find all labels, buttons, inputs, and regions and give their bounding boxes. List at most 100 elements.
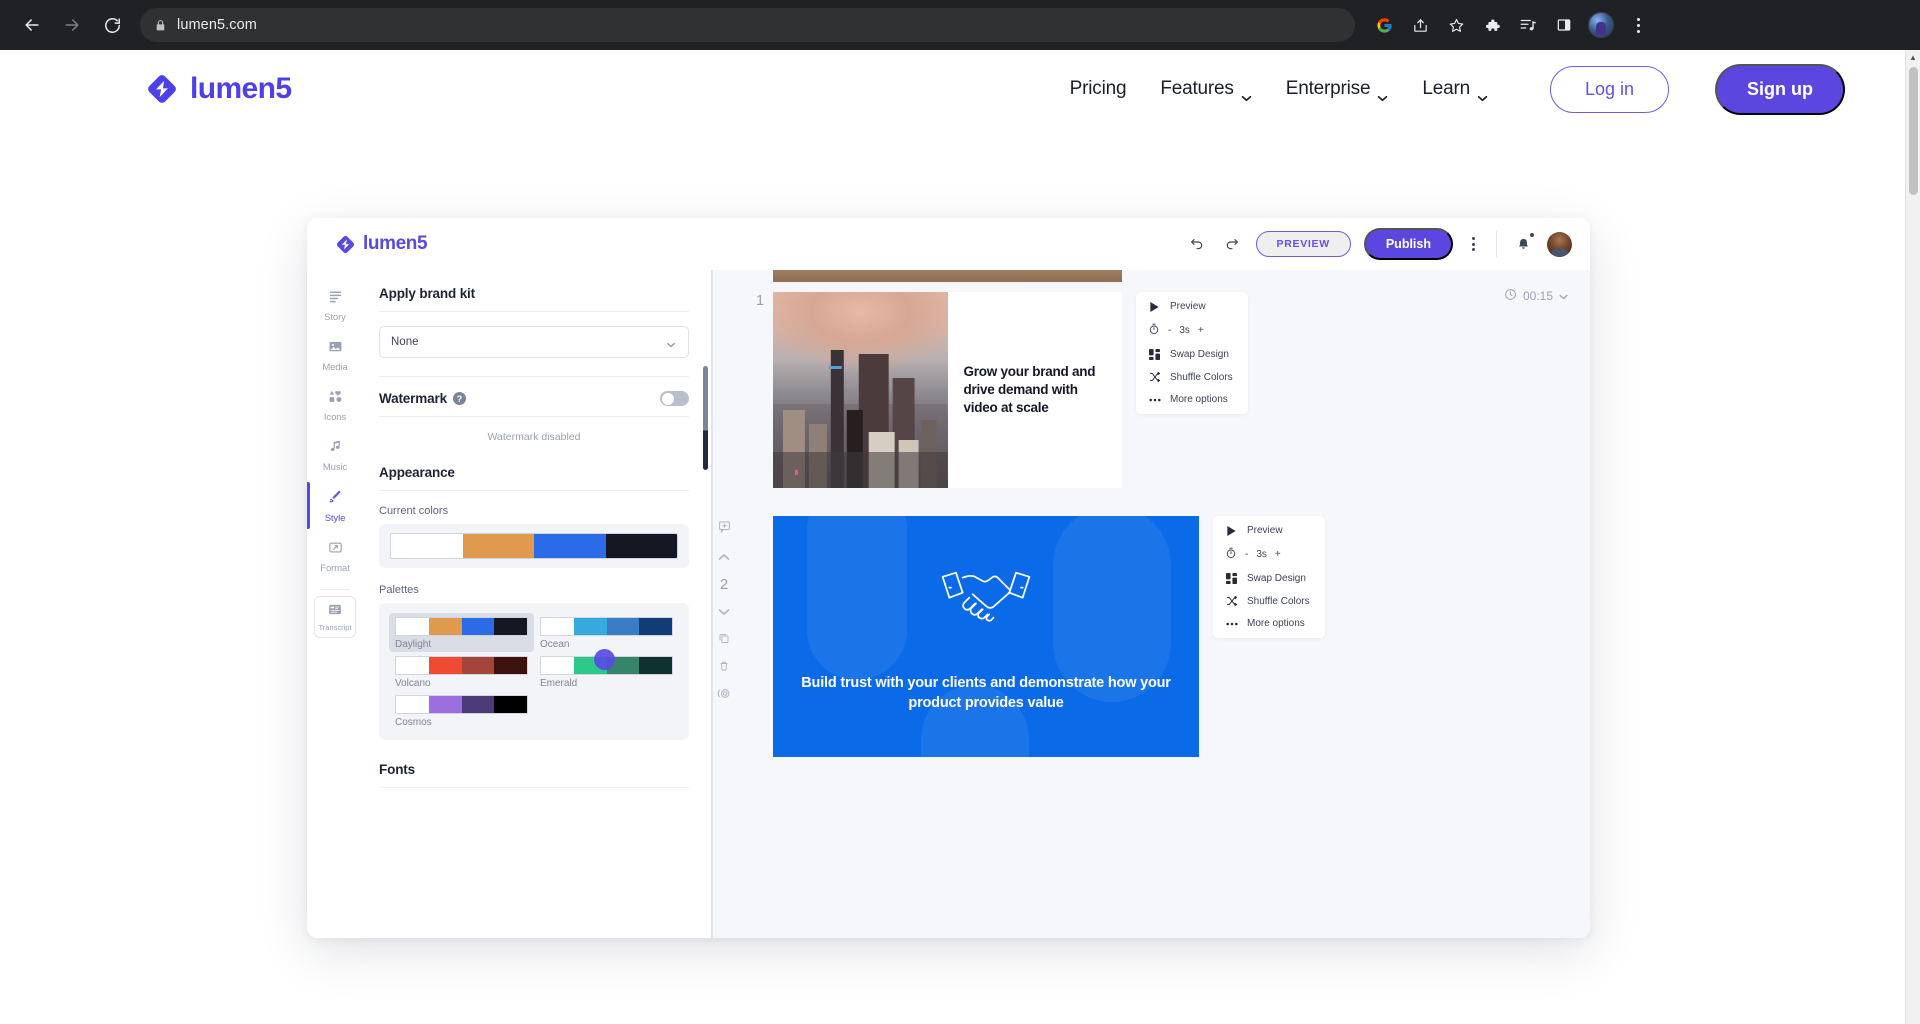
scene-row: 2 Build trust with your clients and demo… [711,516,1590,757]
shuffle-icon [1148,371,1161,383]
app-toolbar: lumen5 PREVIEW Publish [307,218,1590,270]
palette-daylight[interactable]: Daylight [389,613,534,652]
palette-grid: Daylight Ocean Volcano Emerald Cosmos [379,603,689,740]
current-colors-swatches[interactable] [379,524,689,568]
duration-minus[interactable]: - [1245,549,1248,560]
redo-icon[interactable] [1221,233,1243,255]
site-logo[interactable]: lumen5 [145,72,292,106]
sidebar-item-story[interactable]: Story [307,280,363,330]
palette-swatches [540,617,673,636]
palette-swatches [395,656,528,675]
scene-tools: 2 [717,520,731,705]
format-frame-icon [328,540,343,560]
stopwatch-icon [1225,547,1237,562]
back-arrow-icon[interactable] [14,7,50,43]
help-icon[interactable]: ? [452,392,466,405]
scene-preview[interactable]: Grow your brand and drive demand with vi… [773,292,1122,488]
sidebar-item-style[interactable]: Style [307,480,363,531]
browser-actions [1367,8,1655,42]
forward-arrow-icon[interactable] [54,7,90,43]
google-icon[interactable] [1367,8,1401,42]
nav-label: Features [1160,78,1234,99]
share-icon[interactable] [1403,8,1437,42]
shuffle-colors-option[interactable]: Shuffle Colors [1225,595,1313,607]
app-toolbar-actions: PREVIEW Publish [1186,228,1572,260]
swap-design-option[interactable]: Swap Design [1225,573,1313,584]
scene-number: 1 [755,292,765,309]
palette-swatches [395,695,528,714]
panel-scrollbar[interactable] [703,366,708,470]
chrome-menu-icon[interactable] [1621,8,1655,42]
palette-swatches [395,617,528,636]
scene-options-menu: Preview - 3s + Swap Design Shuffle Color… [1136,292,1248,414]
scene-preview-option[interactable]: Preview [1148,301,1236,312]
nav-item-features[interactable]: Features [1160,78,1252,101]
profile-avatar[interactable] [1588,12,1614,38]
scene-preview-option[interactable]: Preview [1225,525,1313,536]
undo-icon[interactable] [1186,233,1208,255]
shuffle-colors-option[interactable]: Shuffle Colors [1148,371,1236,383]
scene-partial-above [711,270,1590,282]
user-avatar[interactable] [1547,231,1572,257]
bookmark-star-icon[interactable] [1439,8,1473,42]
chevron-down-icon [1377,86,1388,101]
page-scrollbar[interactable]: ▲ [1905,50,1920,1024]
nav-item-learn[interactable]: Learn [1422,78,1488,101]
reload-icon[interactable] [94,7,130,43]
focus-icon[interactable] [717,687,731,705]
scene-preview[interactable]: Build trust with your clients and demons… [773,516,1199,757]
nav-label: Pricing [1069,78,1127,99]
signup-button[interactable]: Sign up [1715,63,1845,115]
more-options-option[interactable]: More options [1225,618,1313,629]
sidebar-item-media[interactable]: Media [307,330,363,380]
preview-button[interactable]: PREVIEW [1255,231,1351,257]
extensions-puzzle-icon[interactable] [1475,8,1509,42]
app-logo[interactable]: lumen5 [335,233,428,255]
scene-duration-control[interactable]: - 3s + [1148,323,1236,338]
colorbar [390,533,678,559]
scrollbar-thumb[interactable] [1909,67,1918,195]
option-label: Preview [1170,301,1206,312]
notifications-bell-icon[interactable] [1512,232,1535,255]
editor-sidebar: Story Media Icons Music Style Format Tra… [307,270,363,938]
more-options-option[interactable]: More options [1148,394,1236,405]
scroll-up-arrow[interactable]: ▲ [1906,50,1920,65]
scene-duration-control[interactable]: - 3s + [1225,547,1313,562]
swatch [391,534,463,558]
scene-image [773,292,948,488]
login-button[interactable]: Log in [1549,65,1669,113]
duration-value: 3s [1179,325,1190,336]
palette-cosmos[interactable]: Cosmos [389,691,534,730]
publish-button[interactable]: Publish [1363,228,1453,260]
duplicate-icon[interactable] [718,631,730,649]
palette-name: Emerald [540,678,578,689]
kebab-menu-icon[interactable] [1466,237,1481,251]
move-up-icon[interactable] [718,548,730,566]
palette-volcano[interactable]: Volcano [389,652,534,691]
duration-plus[interactable]: + [1275,549,1281,560]
side-panel-icon[interactable] [1547,8,1581,42]
reading-list-icon[interactable] [1511,8,1545,42]
sidebar-item-icons[interactable]: Icons [307,380,363,430]
duration-minus[interactable]: - [1168,325,1171,336]
brand-kit-value: None [391,336,419,348]
sidebar-item-label: Icons [323,412,347,423]
nav-item-enterprise[interactable]: Enterprise [1286,78,1389,101]
watermark-toggle[interactable] [660,391,689,406]
option-label: More options [1170,394,1228,405]
sidebar-item-label: Music [322,462,348,473]
duration-plus[interactable]: + [1198,325,1204,336]
address-bar[interactable]: lumen5.com [140,8,1355,42]
sidebar-item-format[interactable]: Format [307,531,363,581]
nav-item-pricing[interactable]: Pricing [1070,78,1127,100]
delete-icon[interactable] [718,659,730,677]
chevron-down-icon [1477,86,1488,101]
sidebar-item-music[interactable]: Music [307,430,363,480]
add-scene-icon[interactable] [718,520,731,538]
duration-value: 3s [1256,549,1267,560]
palette-ocean[interactable]: Ocean [534,613,679,652]
move-down-icon[interactable] [718,603,730,621]
brand-kit-select[interactable]: None [379,326,689,358]
sidebar-item-transcript[interactable]: Transcript [314,596,356,638]
swap-design-option[interactable]: Swap Design [1148,349,1236,360]
